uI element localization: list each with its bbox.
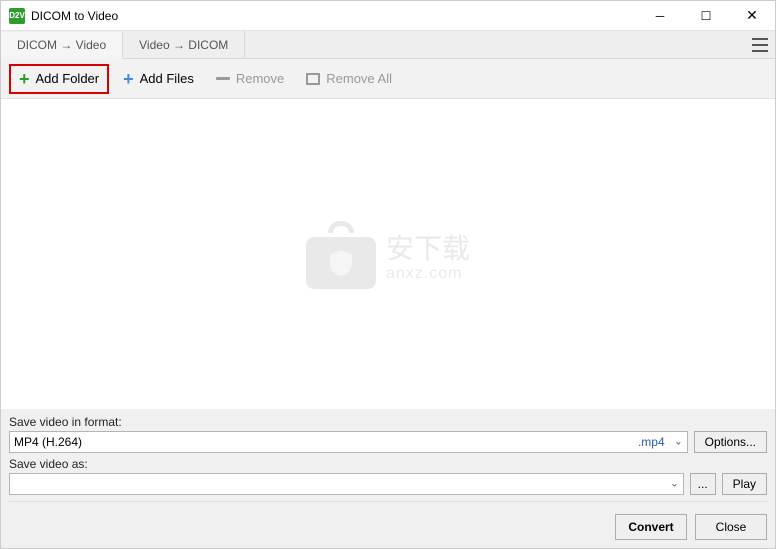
chevron-down-icon: ⌄ bbox=[670, 479, 678, 490]
minus-icon bbox=[216, 77, 230, 80]
add-folder-button[interactable]: + Add Folder bbox=[9, 64, 109, 94]
menu-button[interactable] bbox=[745, 31, 775, 58]
tab-video-to-dicom[interactable]: Video → DICOM bbox=[123, 31, 245, 58]
close-app-button[interactable]: Close bbox=[695, 514, 767, 540]
window-title: DICOM to Video bbox=[31, 9, 637, 23]
remove-all-button[interactable]: Remove All bbox=[298, 67, 400, 90]
tab-dicom-to-video[interactable]: DICOM → Video bbox=[1, 32, 123, 59]
watermark-en: anxz.com bbox=[386, 265, 470, 283]
app-icon: D2V bbox=[9, 8, 25, 24]
footer-buttons: Convert Close bbox=[9, 501, 767, 540]
convert-button[interactable]: Convert bbox=[615, 514, 687, 540]
watermark-cn: 安下载 bbox=[386, 234, 470, 265]
browse-button[interactable]: ... bbox=[690, 473, 716, 495]
plus-icon: + bbox=[19, 70, 30, 88]
tabbar: DICOM → Video Video → DICOM bbox=[1, 31, 775, 59]
hamburger-icon bbox=[752, 38, 768, 52]
removeall-icon bbox=[306, 73, 320, 85]
add-files-label: Add Files bbox=[140, 71, 194, 86]
chevron-down-icon: ⌄ bbox=[674, 437, 682, 448]
file-list-area: 安下载 anxz.com bbox=[1, 99, 775, 418]
remove-button[interactable]: Remove bbox=[208, 67, 292, 90]
add-folder-label: Add Folder bbox=[36, 71, 100, 86]
format-select[interactable]: MP4 (H.264) .mp4 ⌄ bbox=[9, 431, 688, 453]
remove-all-label: Remove All bbox=[326, 71, 392, 86]
saveas-input[interactable]: ⌄ bbox=[9, 473, 684, 495]
add-files-button[interactable]: + Add Files bbox=[115, 66, 202, 92]
minimize-button[interactable]: ─ bbox=[637, 1, 683, 30]
watermark: 安下载 anxz.com bbox=[306, 229, 470, 289]
toolbar: + Add Folder + Add Files Remove Remove A… bbox=[1, 59, 775, 99]
bottom-panel: Save video in format: MP4 (H.264) .mp4 ⌄… bbox=[1, 409, 775, 548]
plus-icon: + bbox=[123, 70, 134, 88]
saveas-label: Save video as: bbox=[9, 457, 767, 471]
titlebar: D2V DICOM to Video ─ ☐ ✕ bbox=[1, 1, 775, 31]
remove-label: Remove bbox=[236, 71, 284, 86]
close-button[interactable]: ✕ bbox=[729, 1, 775, 30]
options-button[interactable]: Options... bbox=[694, 431, 767, 453]
shield-icon bbox=[330, 250, 352, 276]
window-controls: ─ ☐ ✕ bbox=[637, 1, 775, 30]
play-button[interactable]: Play bbox=[722, 473, 767, 495]
format-label: Save video in format: bbox=[9, 415, 767, 429]
watermark-logo bbox=[306, 229, 376, 289]
maximize-button[interactable]: ☐ bbox=[683, 1, 729, 30]
format-value: MP4 (H.264) bbox=[14, 435, 82, 449]
